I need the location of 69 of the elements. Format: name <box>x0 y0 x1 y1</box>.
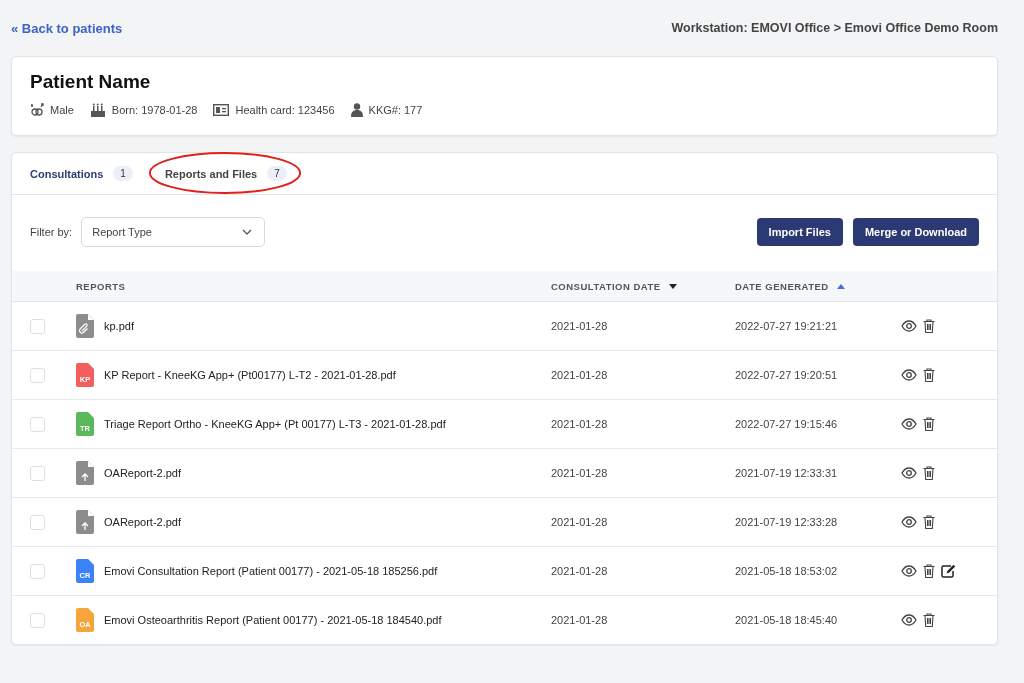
file-name[interactable]: Triage Report Ortho - KneeKG App+ (Pt 00177) L-T3 - 2021-01-28.pdf <box>104 418 446 430</box>
count-badge: 7 <box>267 166 287 181</box>
gender-icon <box>30 103 44 117</box>
file-name[interactable]: Emovi Osteoarthritis Report (Patient 00177) - 2021-05-18 184540.pdf <box>104 614 442 626</box>
eye-icon[interactable] <box>901 565 917 577</box>
trash-icon[interactable] <box>923 368 935 382</box>
count-badge: 1 <box>113 166 133 181</box>
column-header: REPORTS <box>76 280 126 292</box>
table-cell: 2022-07-27 19:15:46 <box>735 418 838 430</box>
action-button[interactable]: Merge or Download <box>852 218 979 246</box>
table-cell: 2021-01-28 <box>551 467 608 479</box>
table-cell: 2022-07-27 19:21:21 <box>735 320 838 332</box>
workstation-label: Workstation: EMOVI Office > Emovi Office Demo Room <box>671 21 998 35</box>
patient-fact: Male <box>50 104 74 116</box>
patient-fact: Health card: 123456 <box>235 104 335 116</box>
eye-icon[interactable] <box>901 418 917 430</box>
table-cell: 2021-05-18 18:45:40 <box>735 614 838 626</box>
action-button[interactable]: Import Files <box>756 218 843 246</box>
id-card-icon <box>213 104 230 116</box>
table-cell: 2021-07-19 12:33:28 <box>735 516 838 528</box>
trash-icon[interactable] <box>923 564 935 578</box>
eye-icon[interactable] <box>901 516 917 528</box>
patient-fact: Born: 1978-01-28 <box>111 104 198 116</box>
report-type-dropdown[interactable]: Report Type <box>81 217 266 247</box>
trash-icon[interactable] <box>923 466 935 480</box>
row-checkbox[interactable] <box>30 563 45 579</box>
trash-icon[interactable] <box>923 613 935 627</box>
row-checkbox[interactable] <box>30 514 45 530</box>
column-header[interactable]: DATE GENERATED <box>735 280 829 292</box>
file-name[interactable]: OAReport-2.pdf <box>104 467 182 479</box>
sort-arrow-icon[interactable] <box>668 283 677 289</box>
table-cell: 2021-01-28 <box>551 565 608 577</box>
trash-icon[interactable] <box>923 515 935 529</box>
file-name[interactable]: KP Report - KneeKG App+ (Pt00177) L-T2 - 2021-01-28.pdf <box>104 369 396 381</box>
back-link[interactable]: « Back to patients <box>11 20 123 36</box>
table-cell: 2021-01-28 <box>551 418 608 430</box>
row-checkbox[interactable] <box>30 465 45 481</box>
file-name[interactable]: Emovi Consultation Report (Patient 00177) - 2021-05-18 185256.pdf <box>104 565 438 577</box>
table-cell: 2021-01-28 <box>551 369 608 381</box>
table-cell: 2021-01-28 <box>551 516 608 528</box>
row-checkbox[interactable] <box>30 318 45 334</box>
edit-icon[interactable] <box>941 564 956 578</box>
trash-icon[interactable] <box>923 319 935 333</box>
file-upload-icon <box>76 510 94 534</box>
table-cell: 2021-01-28 <box>551 614 608 626</box>
patient-fact: KKG#: 177 <box>368 104 423 116</box>
trash-icon[interactable] <box>923 417 935 431</box>
eye-icon[interactable] <box>901 614 917 626</box>
file-paperclip-icon <box>76 314 94 338</box>
chevron-down-icon <box>242 229 253 235</box>
table-cell: 2021-05-18 18:53:02 <box>735 565 838 577</box>
patient-name: Patient Name <box>30 71 152 93</box>
eye-icon[interactable] <box>901 467 917 479</box>
eye-icon[interactable] <box>901 320 917 332</box>
tab[interactable]: Consultations 1 <box>30 153 133 194</box>
cake-icon <box>89 103 106 117</box>
column-header[interactable]: CONSULTATION DATE <box>551 280 661 292</box>
person-icon <box>350 103 363 117</box>
row-checkbox[interactable] <box>30 612 45 628</box>
file-name[interactable]: kp.pdf <box>104 320 134 332</box>
file-upload-icon <box>76 461 94 485</box>
row-checkbox[interactable] <box>30 416 45 432</box>
filter-label: Filter by: <box>30 226 73 238</box>
row-checkbox[interactable] <box>30 367 45 383</box>
eye-icon[interactable] <box>901 369 917 381</box>
table-cell: 2021-07-19 12:33:31 <box>735 467 838 479</box>
table-cell: 2022-07-27 19:20:51 <box>735 369 838 381</box>
file-name[interactable]: OAReport-2.pdf <box>104 516 182 528</box>
table-cell: 2021-01-28 <box>551 320 608 332</box>
